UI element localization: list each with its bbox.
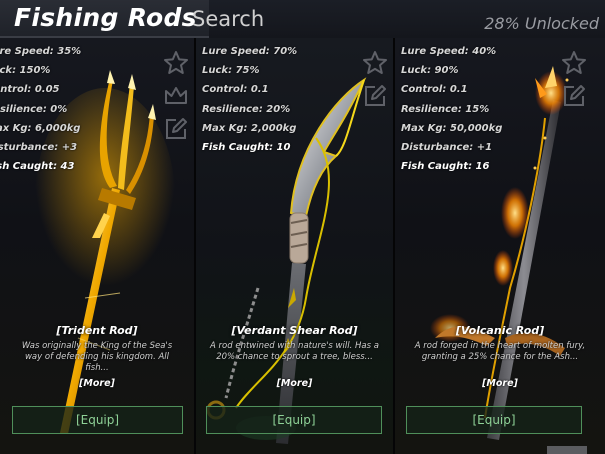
rod-stats: Lure Speed: 70% Luck: 75% Control: 0.1 R… <box>202 42 297 157</box>
stat-fish-caught: Fish Caught: 43 <box>0 161 75 173</box>
edit-icon[interactable] <box>561 83 587 109</box>
edit-icon[interactable] <box>163 116 189 142</box>
rod-name: [Trident Rod] <box>56 324 138 337</box>
equip-button[interactable]: [Equip] <box>406 406 582 434</box>
page-title: Fishing Rods <box>0 0 209 38</box>
equip-button[interactable]: [Equip] <box>12 406 183 434</box>
rod-name: [Verdant Shear Rod] <box>231 324 358 337</box>
unlocked-percentage: 28% Unlocked <box>484 14 599 33</box>
stat-max-kg: Max Kg: 6,000kg <box>0 122 81 134</box>
rod-actions <box>561 50 587 116</box>
rod-description: A rod forged in the heart of molten fury… <box>414 341 586 362</box>
stat-fish-caught: Fish Caught: 10 <box>202 141 291 153</box>
rod-actions <box>362 50 388 116</box>
more-link[interactable]: [More] <box>196 378 393 389</box>
stat-control: Control: 0.1 <box>202 84 269 96</box>
stat-luck: Luck: 75% <box>202 65 260 77</box>
stat-control: Control: 0.1 <box>401 84 468 96</box>
rod-card-volcanic[interactable]: Lure Speed: 40% Luck: 90% Control: 0.1 R… <box>395 38 605 454</box>
stat-lure-speed: Lure Speed: 35% <box>0 46 82 57</box>
star-icon[interactable] <box>163 50 189 76</box>
stat-resilience: Resilience: 20% <box>202 103 291 115</box>
edit-icon[interactable] <box>362 83 388 109</box>
stat-max-kg: Max Kg: 50,000kg <box>401 122 503 134</box>
stat-control: Control: 0.05 <box>0 84 60 96</box>
stat-luck: Luck: 90% <box>401 65 459 77</box>
rod-stats: Lure Speed: 40% Luck: 90% Control: 0.1 R… <box>401 42 502 176</box>
equip-button[interactable]: [Equip] <box>206 406 382 434</box>
top-bar: Fishing Rods 28% Unlocked <box>0 0 605 38</box>
crown-icon[interactable] <box>163 83 189 109</box>
rod-stats: Lure Speed: 35% Luck: 150% Control: 0.05… <box>0 42 81 176</box>
rod-description: Was originally the King of the Sea's way… <box>21 341 173 373</box>
rod-card-verdant-shear[interactable]: Lure Speed: 70% Luck: 75% Control: 0.1 R… <box>196 38 395 454</box>
rod-description: A rod entwined with nature's will. Has a… <box>210 341 379 362</box>
stat-resilience: Resilience: 15% <box>401 103 490 115</box>
stat-max-kg: Max Kg: 2,000kg <box>202 122 297 134</box>
more-link[interactable]: [More] <box>0 378 194 389</box>
stat-disturbance: Disturbance: +3 <box>0 141 78 153</box>
more-link[interactable]: [More] <box>395 378 605 389</box>
search-input[interactable] <box>180 2 494 36</box>
scroll-handle[interactable] <box>547 446 587 454</box>
stat-fish-caught: Fish Caught: 16 <box>401 161 490 173</box>
stat-resilience: Resilience: 0% <box>0 103 68 115</box>
rod-gallery: Lure Speed: 35% Luck: 150% Control: 0.05… <box>0 38 605 454</box>
stat-luck: Luck: 150% <box>0 65 51 77</box>
star-icon[interactable] <box>362 50 388 76</box>
star-icon[interactable] <box>561 50 587 76</box>
rod-actions <box>163 50 189 149</box>
stat-disturbance: Disturbance: +1 <box>401 141 493 153</box>
stat-lure-speed: Lure Speed: 70% <box>202 46 298 57</box>
stat-lure-speed: Lure Speed: 40% <box>401 46 497 57</box>
rod-name: [Volcanic Rod] <box>455 324 545 337</box>
rod-card-trident[interactable]: Lure Speed: 35% Luck: 150% Control: 0.05… <box>0 38 196 454</box>
